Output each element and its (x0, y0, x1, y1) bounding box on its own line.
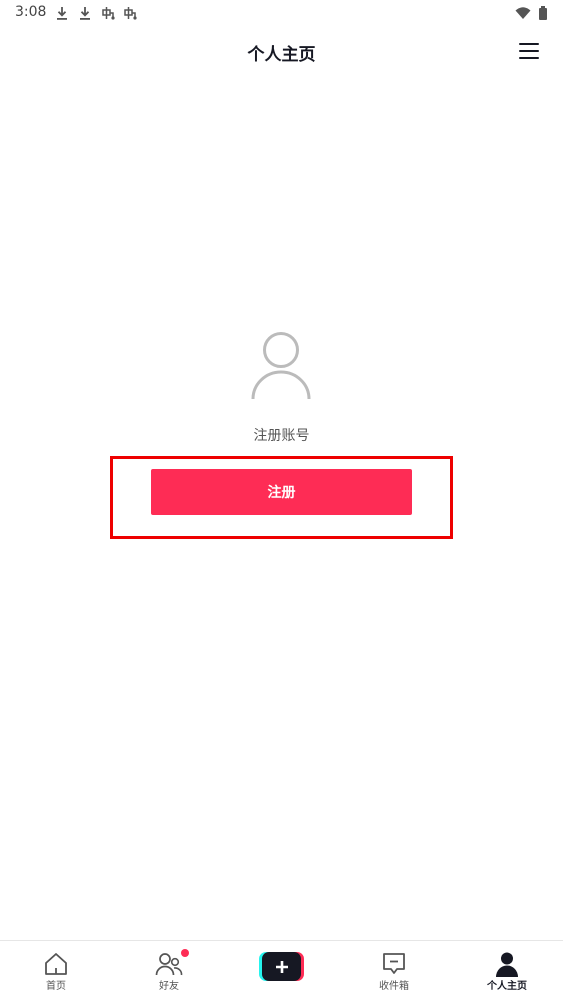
create-post-button[interactable] (259, 952, 304, 981)
profile-screen: 3:08 个人主页 注册账号 注册 首页 好友 收件箱 个人主页 (0, 0, 563, 1001)
nav-item-friends[interactable]: 好友 (113, 941, 225, 1001)
user-placeholder-icon (249, 330, 313, 400)
nav-item-inbox[interactable]: 收件箱 (338, 941, 450, 1001)
home-icon (42, 950, 70, 978)
page-title: 个人主页 (247, 45, 316, 65)
nav-label-inbox: 收件箱 (379, 981, 409, 992)
bottom-nav: 首页 好友 收件箱 个人主页 (0, 940, 563, 1001)
notification-icon (122, 5, 138, 21)
register-account-label: 注册账号 (253, 428, 310, 444)
friends-notification-badge (181, 949, 189, 957)
hamburger-menu-icon[interactable] (519, 43, 541, 61)
nav-label-friends: 好友 (159, 981, 179, 992)
friends-icon (155, 950, 183, 978)
status-time: 3:08 (15, 4, 47, 20)
status-bar: 3:08 (0, 0, 563, 26)
nav-label-profile: 个人主页 (487, 981, 527, 992)
nav-item-home[interactable]: 首页 (0, 941, 112, 1001)
inbox-icon (380, 950, 408, 978)
register-button[interactable]: 注册 (151, 469, 412, 515)
battery-icon (538, 5, 548, 21)
download-icon (77, 5, 93, 21)
nav-item-profile[interactable]: 个人主页 (451, 941, 563, 1001)
notification-icon (100, 5, 116, 21)
plus-icon (262, 952, 301, 981)
header: 个人主页 (0, 26, 563, 78)
download-icon (54, 5, 70, 21)
nav-label-home: 首页 (46, 981, 66, 992)
wifi-icon (515, 5, 531, 21)
profile-icon (493, 950, 521, 978)
